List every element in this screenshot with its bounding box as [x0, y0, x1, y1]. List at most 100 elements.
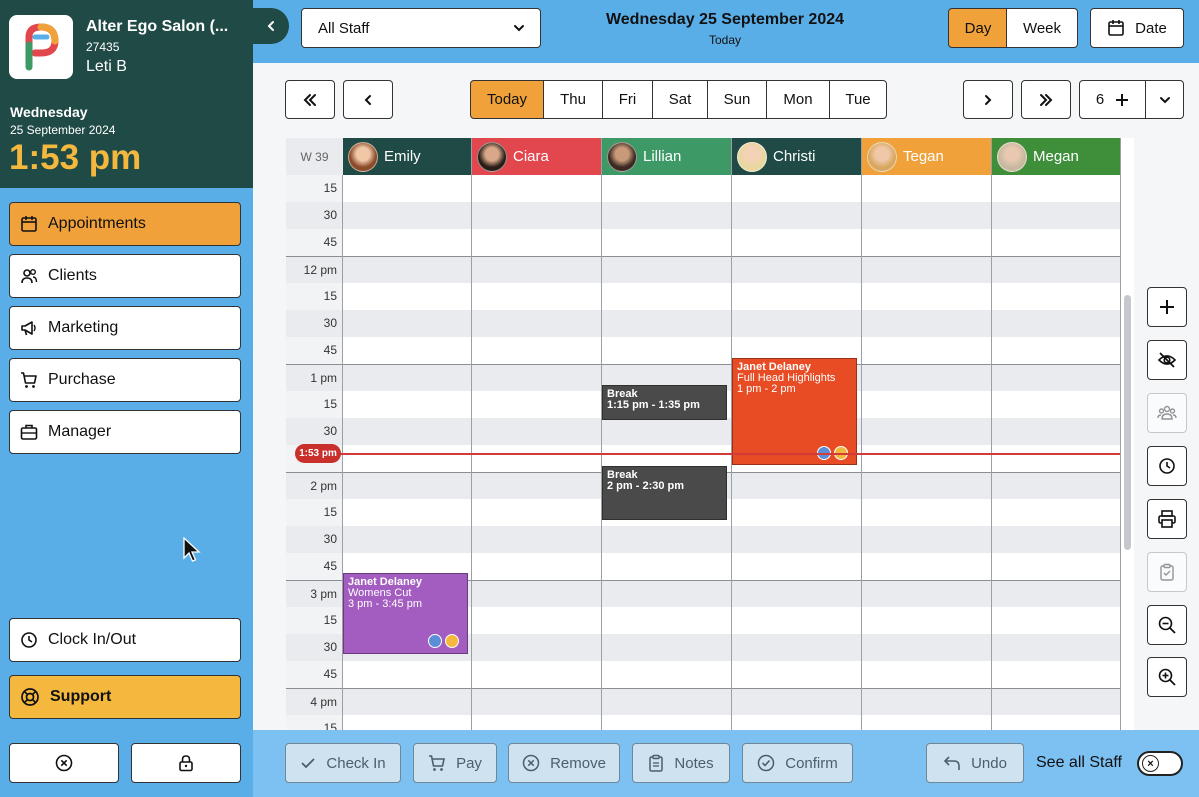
appointment-janet-highlights[interactable]: Janet Delaney Full Head Highlights 1 pm … — [732, 358, 857, 465]
undo-icon — [943, 756, 960, 770]
staff-header-emily[interactable]: Emily — [343, 138, 471, 175]
add-appointment-button[interactable] — [1147, 287, 1187, 327]
user-name: Leti B — [86, 58, 127, 75]
appointment-janet-cut[interactable]: Janet Delaney Womens Cut 3 pm - 3:45 pm — [343, 573, 468, 654]
staff-header-lillian[interactable]: Lillian — [602, 138, 731, 175]
tab-fri[interactable]: Fri — [602, 80, 653, 119]
lock-icon — [179, 755, 193, 772]
time-slot-row[interactable]: 30 — [286, 202, 1120, 229]
time-label: 30 — [323, 316, 337, 330]
staff-filter-value: All Staff — [318, 19, 370, 37]
nav-purchase[interactable]: Purchase — [9, 358, 241, 402]
time-slot-row[interactable]: 15 — [286, 283, 1120, 310]
confirm-button[interactable]: Confirm — [742, 743, 853, 783]
action-label: Check In — [326, 754, 386, 772]
staff-header-megan[interactable]: Megan — [992, 138, 1120, 175]
staff-filter-select[interactable]: All Staff — [301, 8, 541, 48]
appointment-time: 1 pm - 2 pm — [737, 383, 796, 395]
tab-sat[interactable]: Sat — [652, 80, 708, 119]
chevron-left-icon — [267, 21, 274, 31]
time-slot-row[interactable]: 45 — [286, 229, 1120, 256]
time-slot-row[interactable]: 30 — [286, 418, 1120, 445]
lock-button[interactable] — [131, 743, 241, 783]
view-day-button[interactable]: Day — [948, 8, 1008, 48]
briefcase-icon — [20, 424, 38, 440]
current-date: 25 September 2024 — [10, 123, 116, 137]
time-label: 4 pm — [310, 695, 337, 709]
nav-label: Manager — [48, 423, 112, 440]
next-day-button[interactable] — [963, 80, 1013, 119]
undo-button[interactable]: Undo — [926, 743, 1024, 783]
clipboard-button[interactable] — [1147, 552, 1187, 592]
collapse-sidebar-button[interactable] — [253, 8, 289, 44]
staff-header-ciara[interactable]: Ciara — [472, 138, 601, 175]
nav-manager[interactable]: Manager — [9, 410, 241, 454]
time-slot-row[interactable]: 45 — [286, 337, 1120, 364]
check-circle-icon — [757, 754, 775, 772]
days-count-button[interactable]: 6 — [1079, 80, 1147, 119]
prev-day-button[interactable] — [343, 80, 393, 119]
clock-in-out-button[interactable]: Clock In/Out — [9, 618, 241, 662]
time-slot-row[interactable]: 12 pm — [286, 256, 1120, 283]
pay-button[interactable]: Pay — [413, 743, 497, 783]
support-button[interactable]: Support — [9, 675, 241, 719]
days-count-dropdown[interactable] — [1145, 80, 1184, 119]
nav-marketing[interactable]: Marketing — [9, 306, 241, 350]
column-divider — [601, 138, 602, 730]
time-button[interactable] — [1147, 446, 1187, 486]
check-in-button[interactable]: Check In — [285, 743, 401, 783]
time-label: 30 — [323, 532, 337, 546]
time-slot-row[interactable]: 30 — [286, 526, 1120, 553]
time-slot-row[interactable]: 4 pm — [286, 688, 1120, 715]
remove-button[interactable]: Remove — [508, 743, 620, 783]
time-slot-row[interactable]: 15 — [286, 715, 1120, 730]
calendar-icon — [21, 216, 37, 232]
tab-mon[interactable]: Mon — [766, 80, 830, 119]
zoom-out-icon — [1158, 616, 1176, 634]
calendar-grid[interactable]: 15 30 45 12 pm 15 30 45 1 pm 15 30 2 pm 15 30 45 3 pm 1… — [286, 138, 1134, 730]
printer-icon — [1158, 510, 1176, 528]
nav-clients[interactable]: Clients — [9, 254, 241, 298]
tab-today[interactable]: Today — [470, 80, 544, 119]
time-label: 15 — [323, 721, 337, 730]
mouse-cursor-icon — [183, 537, 201, 562]
notes-button[interactable]: Notes — [632, 743, 730, 783]
staff-name: Christi — [773, 148, 816, 165]
action-label: Remove — [550, 754, 606, 772]
view-week-button[interactable]: Week — [1006, 8, 1078, 48]
close-session-button[interactable] — [9, 743, 119, 783]
chevron-left-icon — [364, 94, 371, 105]
zoom-out-button[interactable] — [1147, 605, 1187, 645]
zoom-in-button[interactable] — [1147, 657, 1187, 697]
print-button[interactable] — [1147, 499, 1187, 539]
group-button[interactable] — [1147, 393, 1187, 433]
time-label: 15 — [323, 181, 337, 195]
avatar — [737, 141, 767, 172]
current-time: 1:53 pm — [9, 138, 142, 177]
tab-tue[interactable]: Tue — [829, 80, 887, 119]
staff-header-tegan[interactable]: Tegan — [862, 138, 991, 175]
next-week-button[interactable] — [1021, 80, 1071, 119]
time-slot-row[interactable]: 30 — [286, 310, 1120, 337]
prev-week-button[interactable] — [285, 80, 335, 119]
nav-appointments[interactable]: Appointments — [9, 202, 241, 246]
hide-button[interactable] — [1147, 340, 1187, 380]
time-slot-row[interactable]: 45 — [286, 661, 1120, 688]
megaphone-icon — [21, 321, 36, 336]
staff-header-christi[interactable]: Christi — [732, 138, 861, 175]
time-slot-row[interactable]: 15 — [286, 175, 1120, 202]
date-picker-button[interactable]: Date — [1090, 8, 1184, 48]
appointment-break-1[interactable]: Break 1:15 pm - 1:35 pm — [602, 385, 727, 420]
close-icon: × — [1142, 755, 1159, 772]
avatar — [348, 141, 378, 172]
time-label: 30 — [323, 424, 337, 438]
plus-icon — [1160, 300, 1174, 314]
see-all-staff-toggle[interactable]: × — [1137, 751, 1183, 776]
scrollbar[interactable] — [1124, 295, 1131, 550]
staff-name: Megan — [1033, 148, 1079, 165]
time-label: 30 — [323, 208, 337, 222]
tab-thu[interactable]: Thu — [543, 80, 603, 119]
appointment-break-2[interactable]: Break 2 pm - 2:30 pm — [602, 466, 727, 520]
see-all-staff-label: See all Staff — [1036, 754, 1122, 771]
tab-sun[interactable]: Sun — [707, 80, 767, 119]
